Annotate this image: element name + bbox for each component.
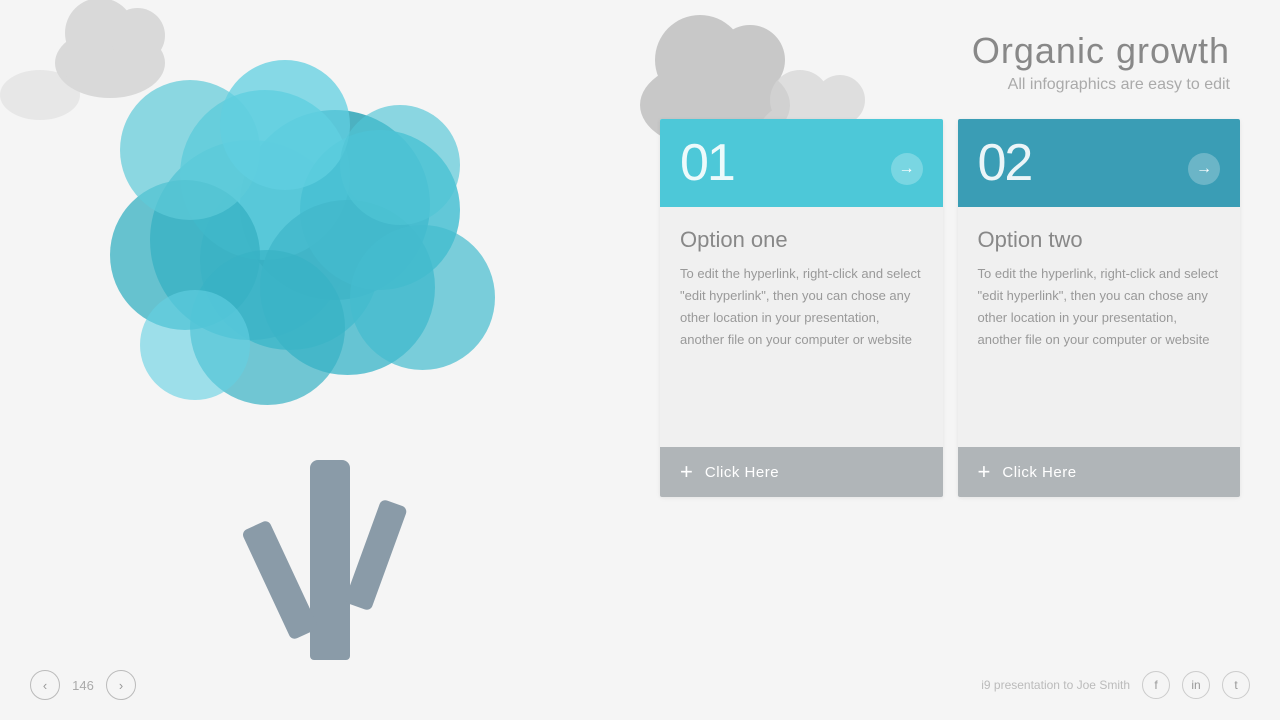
card-2-click-here: Click Here: [1002, 464, 1076, 481]
foliage-bubble: [140, 290, 250, 400]
card-1-plus-icon: +: [680, 461, 693, 483]
twitter-icon: t: [1234, 678, 1237, 692]
card-1-description: To edit the hyperlink, right-click and s…: [680, 263, 923, 351]
nav-controls: ‹ 146 ›: [30, 670, 136, 700]
card-option-one: 01 → Option one To edit the hyperlink, r…: [660, 119, 943, 497]
tree-illustration: [20, 50, 640, 690]
main-title: Organic growth: [660, 30, 1230, 72]
card-2-number: 02: [978, 137, 1032, 189]
tree-trunk: [310, 460, 350, 660]
next-button[interactable]: ›: [106, 670, 136, 700]
card-2-arrow[interactable]: →: [1188, 153, 1220, 185]
twitter-button[interactable]: t: [1222, 671, 1250, 699]
bottom-bar: ‹ 146 › i9 presentation to Joe Smith f i…: [0, 670, 1280, 700]
card-1-number: 01: [680, 137, 734, 189]
presentation-credit: i9 presentation to Joe Smith: [981, 678, 1130, 692]
linkedin-icon: in: [1191, 678, 1200, 692]
cards-container: 01 → Option one To edit the hyperlink, r…: [660, 119, 1240, 497]
title-section: Organic growth All infographics are easy…: [660, 30, 1240, 94]
facebook-icon: f: [1154, 678, 1157, 692]
bottom-right: i9 presentation to Joe Smith f in t: [981, 671, 1250, 699]
card-1-body: Option one To edit the hyperlink, right-…: [660, 207, 943, 447]
foliage-bubble: [220, 60, 350, 190]
subtitle: All infographics are easy to edit: [660, 76, 1230, 94]
facebook-button[interactable]: f: [1142, 671, 1170, 699]
page-number: 146: [68, 678, 98, 693]
card-2-option-title: Option two: [978, 227, 1221, 253]
card-1-click-here: Click Here: [705, 464, 779, 481]
card-1-arrow[interactable]: →: [891, 153, 923, 185]
card-option-two: 02 → Option two To edit the hyperlink, r…: [958, 119, 1241, 497]
card-1-footer[interactable]: + Click Here: [660, 447, 943, 497]
card-2-description: To edit the hyperlink, right-click and s…: [978, 263, 1221, 351]
card-1-option-title: Option one: [680, 227, 923, 253]
right-panel: Organic growth All infographics are easy…: [660, 30, 1240, 497]
foliage-bubble: [340, 105, 460, 225]
card-2-plus-icon: +: [978, 461, 991, 483]
card-2-header: 02 →: [958, 119, 1241, 207]
prev-button[interactable]: ‹: [30, 670, 60, 700]
card-2-body: Option two To edit the hyperlink, right-…: [958, 207, 1241, 447]
card-2-footer[interactable]: + Click Here: [958, 447, 1241, 497]
foliage-bubble: [350, 225, 495, 370]
card-1-header: 01 →: [660, 119, 943, 207]
linkedin-button[interactable]: in: [1182, 671, 1210, 699]
